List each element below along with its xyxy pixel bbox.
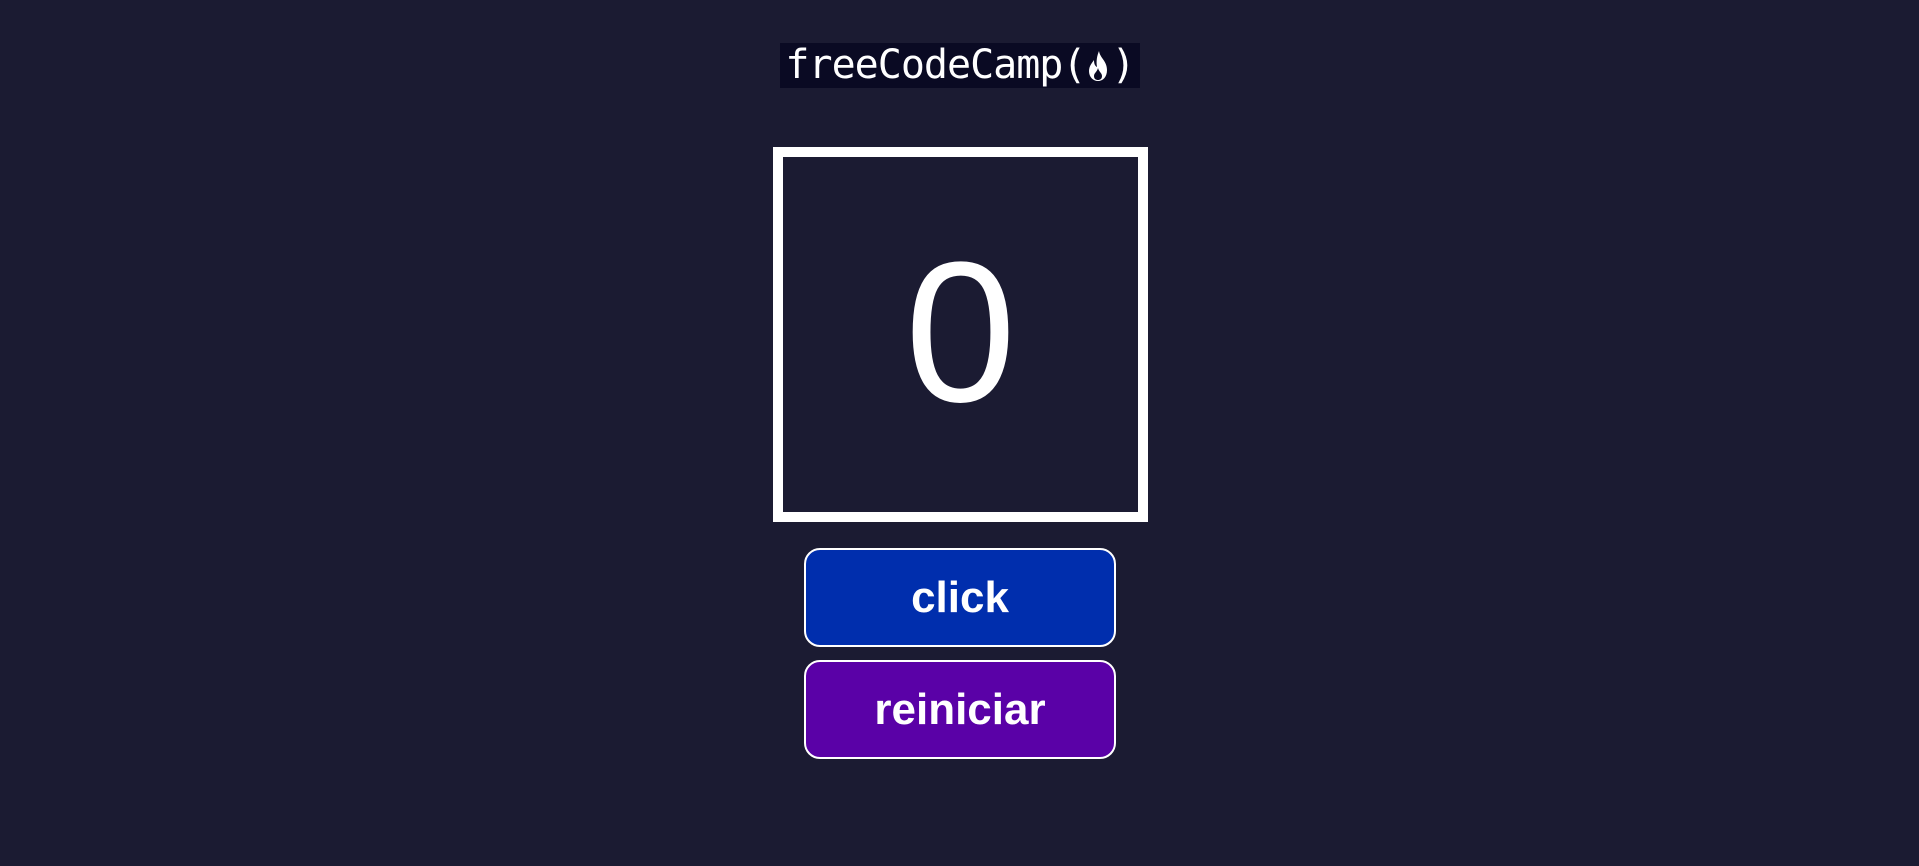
page: freeCodeCamp( ) 0 click reiniciar [0, 0, 1919, 866]
freecodecamp-logo[interactable]: freeCodeCamp( ) [780, 43, 1140, 88]
logo-text: freeCodeCamp [785, 42, 1063, 88]
counter-value: 0 [904, 220, 1017, 444]
click-button-label: click [911, 572, 1009, 622]
counter-display: 0 [773, 147, 1148, 522]
logo-close-paren: ) [1111, 42, 1135, 88]
click-button[interactable]: click [804, 548, 1116, 647]
flame-icon [1089, 50, 1108, 81]
reset-button-label: reiniciar [874, 684, 1046, 734]
reset-button[interactable]: reiniciar [804, 660, 1116, 759]
logo-open-paren: ( [1062, 42, 1086, 88]
